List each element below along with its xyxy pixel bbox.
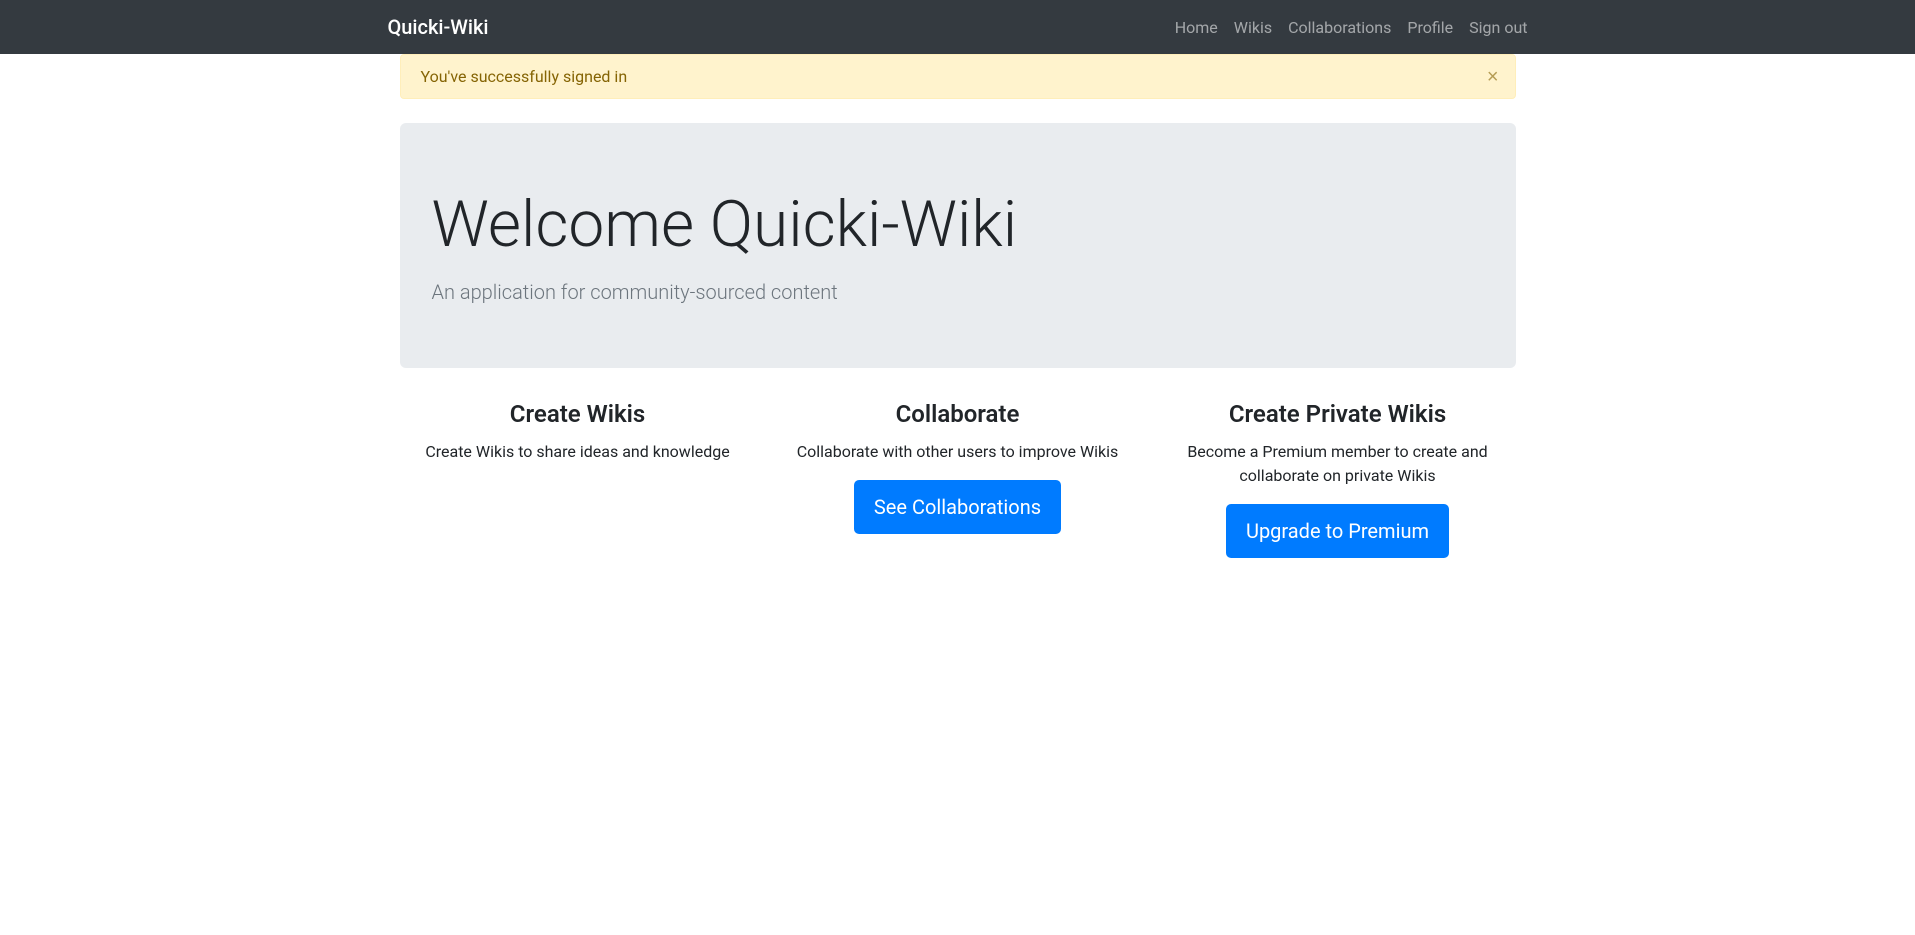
jumbotron: Welcome Quicki-Wiki An application for c…	[400, 123, 1516, 368]
feature-collaborate-title: Collaborate	[780, 400, 1136, 428]
feature-private-text: Become a Premium member to create and co…	[1160, 440, 1516, 488]
brand-link[interactable]: Quicki-Wiki	[388, 15, 489, 39]
nav-home[interactable]: Home	[1175, 18, 1218, 37]
nav-wikis[interactable]: Wikis	[1234, 18, 1272, 37]
feature-create-text: Create Wikis to share ideas and knowledg…	[400, 440, 756, 464]
feature-create-title: Create Wikis	[400, 400, 756, 428]
navbar: Quicki-Wiki Home Wikis Collaborations Pr…	[0, 0, 1915, 54]
nav-links: Home Wikis Collaborations Profile Sign o…	[1175, 18, 1528, 37]
alert-close-button[interactable]: ×	[1487, 67, 1499, 87]
feature-private-wikis: Create Private Wikis Become a Premium me…	[1160, 400, 1516, 558]
alert-message: You've successfully signed in	[421, 67, 628, 86]
jumbotron-subtitle: An application for community-sourced con…	[432, 280, 1484, 304]
alert-success: You've successfully signed in ×	[400, 54, 1516, 99]
nav-collaborations[interactable]: Collaborations	[1288, 18, 1391, 37]
upgrade-premium-button[interactable]: Upgrade to Premium	[1226, 504, 1449, 558]
nav-profile[interactable]: Profile	[1407, 18, 1453, 37]
feature-create-wikis: Create Wikis Create Wikis to share ideas…	[400, 400, 756, 558]
see-collaborations-button[interactable]: See Collaborations	[854, 480, 1061, 534]
feature-row: Create Wikis Create Wikis to share ideas…	[400, 400, 1516, 558]
feature-collaborate: Collaborate Collaborate with other users…	[780, 400, 1136, 558]
nav-signout[interactable]: Sign out	[1469, 18, 1527, 37]
feature-collaborate-text: Collaborate with other users to improve …	[780, 440, 1136, 464]
jumbotron-title: Welcome Quicki-Wiki	[432, 187, 1484, 264]
feature-private-title: Create Private Wikis	[1160, 400, 1516, 428]
